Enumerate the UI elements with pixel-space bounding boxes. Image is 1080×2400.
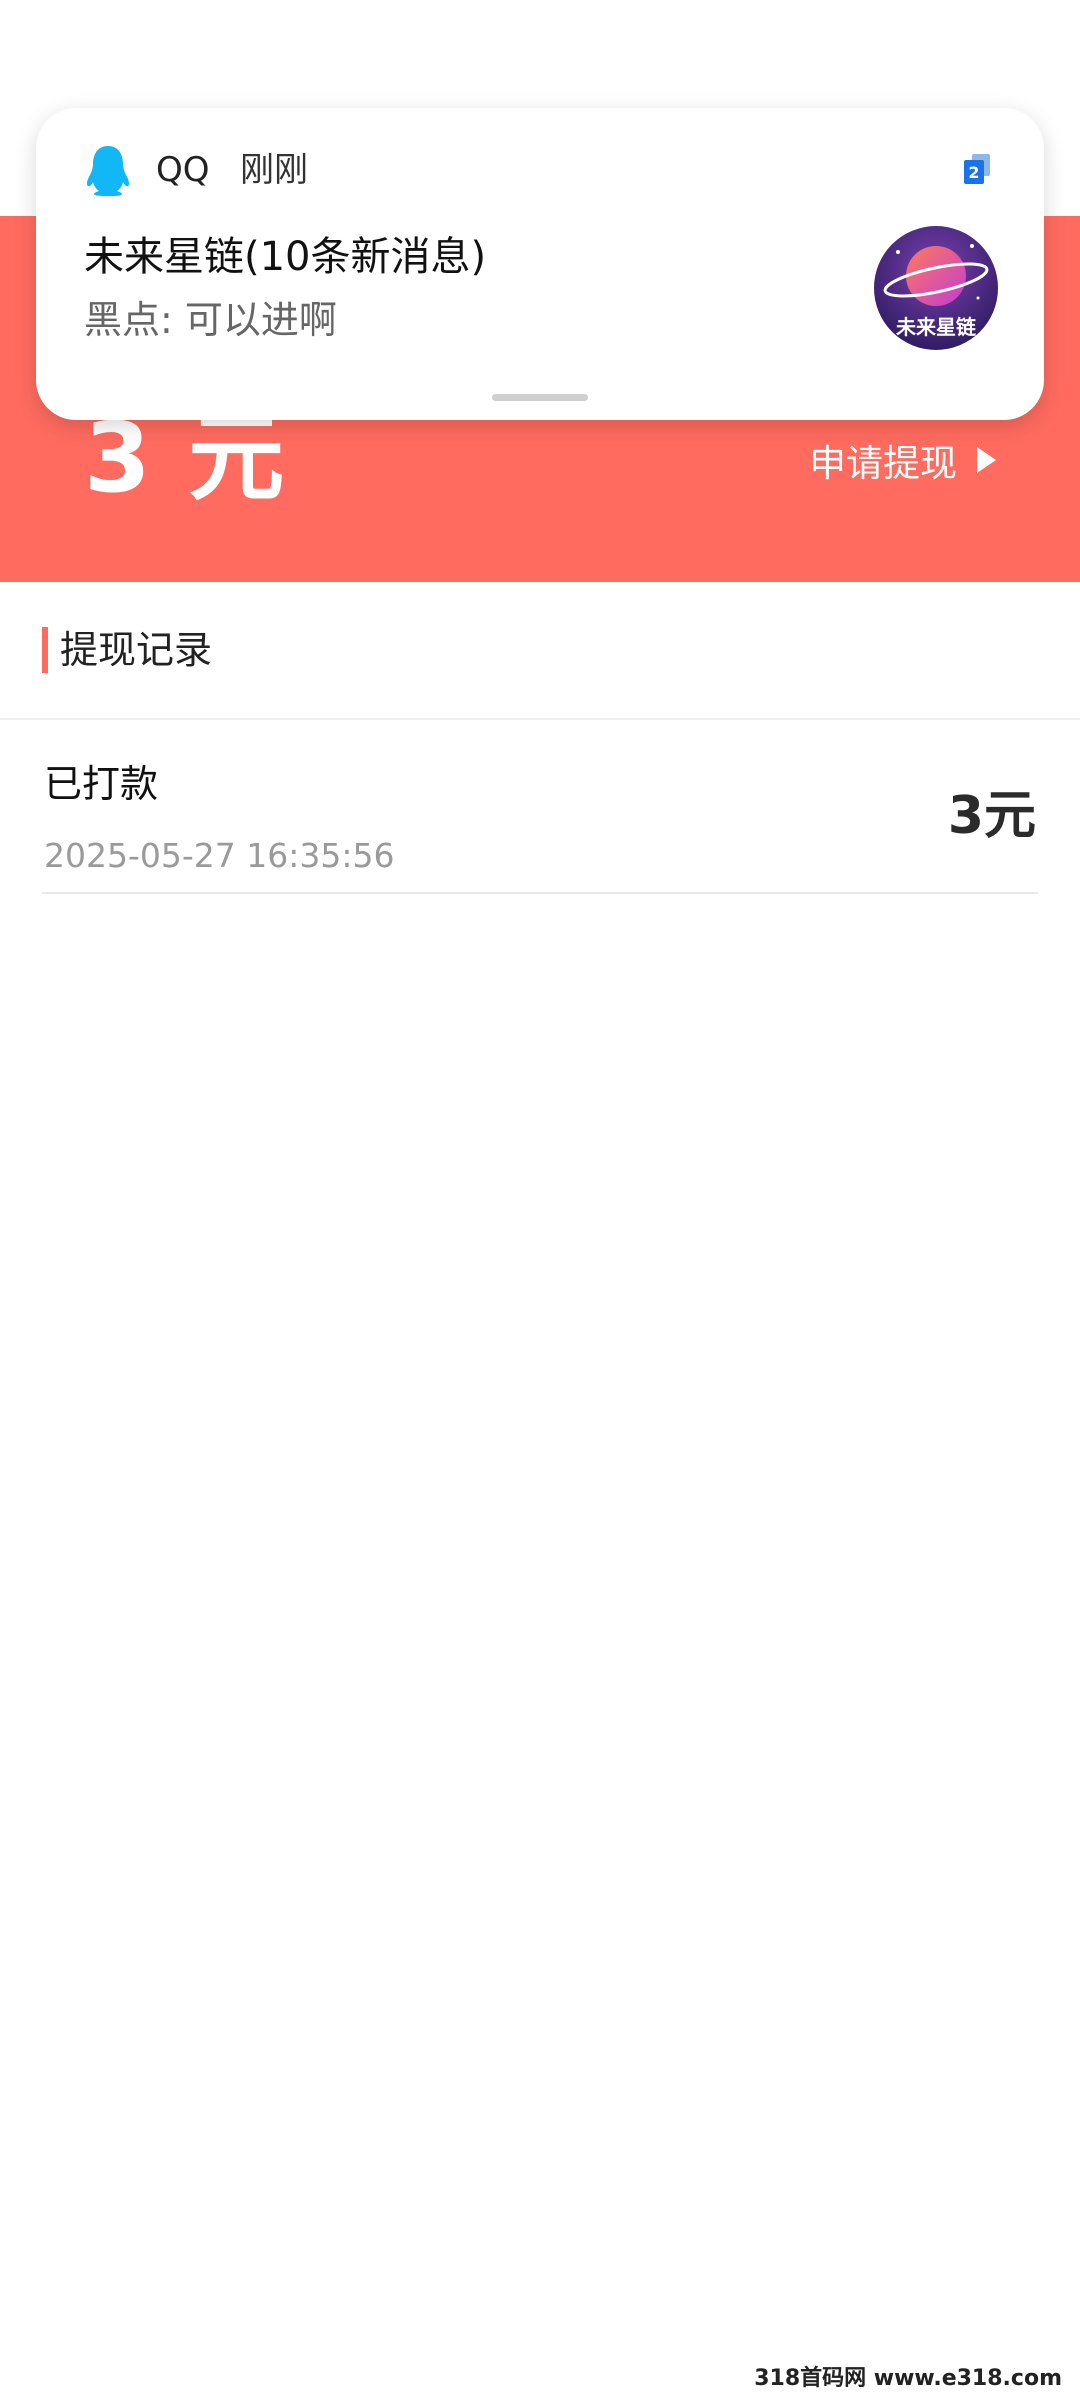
withdraw-label: 申请提现 [809, 442, 957, 485]
avatar-text: 未来星链 [896, 315, 977, 339]
withdraw-button[interactable]: 申请提现 [809, 438, 996, 485]
watermark: 318首码网 www.e318.com [748, 2358, 1068, 2394]
section-title: 提现记录 [60, 628, 213, 672]
withdraw-records-header: 提现记录 [0, 582, 1080, 720]
message-count: 2 [968, 163, 979, 182]
section-accent-bar [42, 627, 48, 673]
notification-title: 未来星链(10条新消息) [84, 234, 487, 280]
record-time: 2025-05-27 16:35:56 [44, 836, 395, 875]
notification-app-name: QQ [156, 150, 210, 190]
qq-penguin-icon [86, 146, 130, 196]
notification-body: 黑点: 可以进啊 [84, 298, 337, 342]
balance-amount: 3 元 [84, 402, 287, 514]
record-status: 已打款 [44, 762, 159, 806]
play-icon [977, 447, 996, 473]
group-avatar: 未来星链 [874, 226, 998, 350]
record-amount: 3元 [947, 786, 1036, 846]
notification-drag-handle[interactable] [492, 394, 588, 401]
message-count-icon: 2 [964, 154, 990, 184]
notification-time: 刚刚 [240, 150, 308, 190]
qq-notification-card[interactable]: QQ 刚刚 2 未来星链(10条新消息) 黑点: 可以进啊 未来星链 [36, 108, 1044, 420]
record-row[interactable]: 已打款 2025-05-27 16:35:56 3元 [42, 720, 1038, 894]
